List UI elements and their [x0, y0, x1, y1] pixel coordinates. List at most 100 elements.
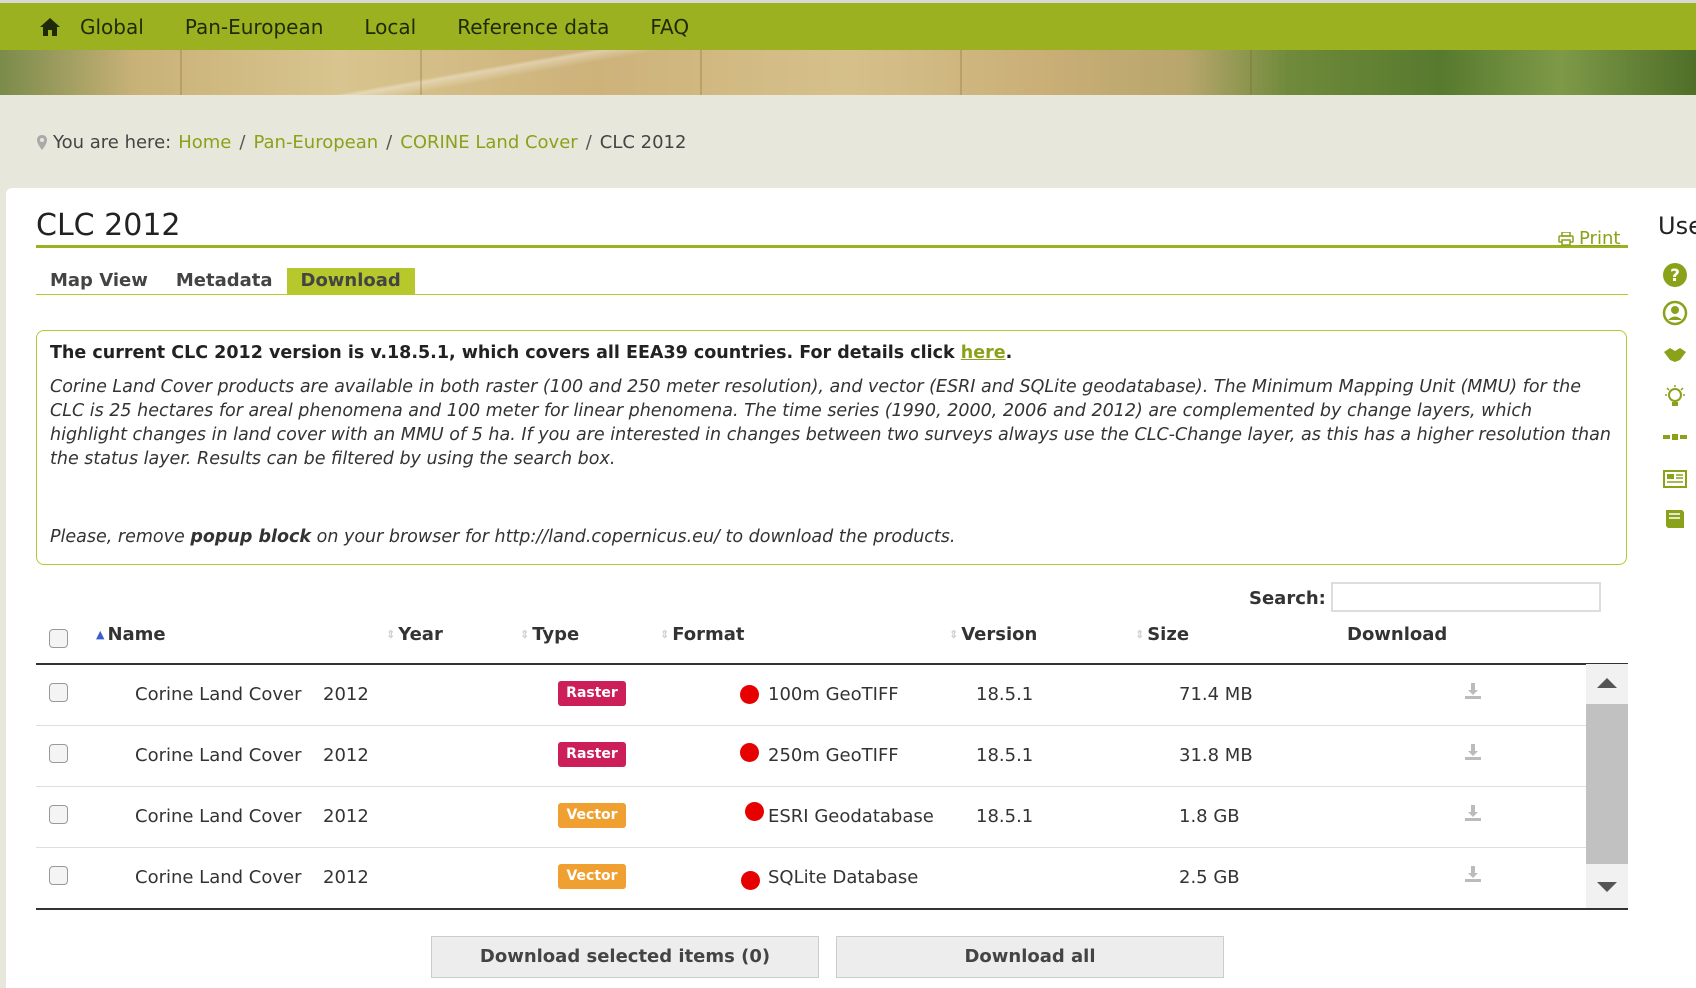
handshake-icon[interactable]: [1662, 342, 1688, 368]
question-icon[interactable]: ?: [1662, 262, 1688, 288]
select-all-checkbox[interactable]: [49, 629, 68, 648]
user-icon[interactable]: [1662, 300, 1688, 326]
scrollbar-thumb[interactable]: [1586, 704, 1628, 864]
status-dot-icon: [745, 802, 764, 821]
printer-icon: [1558, 231, 1574, 246]
top-navigation: Global Pan-European Local Reference data…: [0, 0, 1696, 50]
tab-map-view[interactable]: Map View: [36, 268, 162, 294]
details-link[interactable]: here: [961, 343, 1006, 363]
map-marker-icon: [37, 135, 47, 150]
cell-version: 18.5.1: [976, 806, 1034, 827]
table-row: Corine Land Cover 2012 Vector ESRI Geoda…: [36, 786, 1586, 848]
nav-global[interactable]: Global: [80, 15, 144, 39]
type-badge-raster: Raster: [558, 681, 626, 706]
home-icon[interactable]: [20, 17, 80, 37]
title-divider: [36, 245, 1628, 248]
table-row: Corine Land Cover 2012 Raster 100m GeoTI…: [36, 664, 1586, 726]
nav-reference-data[interactable]: Reference data: [457, 15, 609, 39]
download-icon[interactable]: [1464, 682, 1482, 700]
row-checkbox[interactable]: [49, 683, 68, 702]
tab-download[interactable]: Download: [286, 268, 415, 294]
cell-year: 2012: [323, 806, 369, 827]
column-header-year[interactable]: ⇕ Year: [386, 624, 443, 645]
breadcrumb-pan-european[interactable]: Pan-European: [253, 132, 378, 153]
row-checkbox[interactable]: [49, 744, 68, 763]
download-all-button[interactable]: Download all: [836, 936, 1224, 978]
header-banner-image: [0, 50, 1696, 95]
status-dot-icon: [741, 871, 760, 890]
table-header: ▲ Name ⇕ Year ⇕ Type ⇕ Format ⇕ Version ⇕ Size…: [36, 613, 1628, 665]
cell-name: Corine Land Cover: [135, 806, 302, 827]
download-icon[interactable]: [1464, 865, 1482, 883]
cell-format: 100m GeoTIFF: [768, 684, 899, 705]
type-badge-vector: Vector: [558, 803, 626, 828]
satellite-icon[interactable]: [1662, 424, 1688, 450]
tab-bar: Map View Metadata Download: [36, 268, 415, 294]
cell-name: Corine Land Cover: [135, 867, 302, 888]
cell-name: Corine Land Cover: [135, 684, 302, 705]
print-link[interactable]: Print: [1558, 228, 1620, 249]
sort-icon: ⇕: [949, 627, 959, 641]
column-header-version[interactable]: ⇕ Version: [949, 624, 1037, 645]
cell-size: 71.4 MB: [1179, 684, 1253, 705]
type-badge-raster: Raster: [558, 742, 626, 767]
row-checkbox[interactable]: [49, 805, 68, 824]
newspaper-icon[interactable]: [1662, 466, 1688, 492]
row-checkbox[interactable]: [49, 866, 68, 885]
product-description: Corine Land Cover products are available…: [50, 377, 1611, 469]
cell-format: SQLite Database: [768, 867, 919, 888]
column-header-type[interactable]: ⇕ Type: [520, 624, 579, 645]
breadcrumb-current: CLC 2012: [599, 132, 687, 153]
cell-format: 250m GeoTIFF: [768, 745, 899, 766]
cell-version: 18.5.1: [976, 684, 1034, 705]
sort-icon: ⇕: [660, 627, 670, 641]
cell-size: 31.8 MB: [1179, 745, 1253, 766]
table-scrollbar[interactable]: [1586, 664, 1628, 908]
status-dot-icon: [740, 743, 759, 762]
search-label: Search:: [1249, 588, 1326, 609]
main-panel: CLC 2012 Print Map View Metadata Downloa…: [6, 188, 1696, 988]
nav-pan-european[interactable]: Pan-European: [185, 15, 324, 39]
column-header-download: Download: [1347, 624, 1448, 645]
sort-icon: ⇕: [1135, 627, 1145, 641]
nav-local[interactable]: Local: [364, 15, 416, 39]
nav-faq[interactable]: FAQ: [650, 15, 689, 39]
svg-text:?: ?: [1670, 266, 1680, 286]
cell-format: ESRI Geodatabase: [768, 806, 934, 827]
column-header-format[interactable]: ⇕ Format: [660, 624, 745, 645]
sort-ascending-icon: ▲: [96, 627, 105, 641]
cell-size: 1.8 GB: [1179, 806, 1240, 827]
table-bottom-border: [36, 908, 1628, 910]
cell-name: Corine Land Cover: [135, 745, 302, 766]
sort-icon: ⇕: [386, 627, 396, 641]
breadcrumb-prefix: You are here:: [53, 132, 172, 153]
download-icon[interactable]: [1464, 743, 1482, 761]
column-header-name[interactable]: ▲ Name: [96, 624, 166, 645]
cell-year: 2012: [323, 867, 369, 888]
breadcrumb-home[interactable]: Home: [178, 132, 231, 153]
cell-year: 2012: [323, 684, 369, 705]
search-input[interactable]: [1331, 582, 1601, 612]
column-header-size[interactable]: ⇕ Size: [1135, 624, 1189, 645]
scroll-down-arrow-icon[interactable]: [1597, 882, 1617, 892]
book-icon[interactable]: [1662, 506, 1688, 532]
cell-year: 2012: [323, 745, 369, 766]
scroll-up-arrow-icon[interactable]: [1597, 678, 1617, 688]
info-box: The current CLC 2012 version is v.18.5.1…: [36, 330, 1627, 565]
table-row: Corine Land Cover 2012 Raster 250m GeoTI…: [36, 725, 1586, 787]
popup-notice: Please, remove popup block on your brows…: [50, 527, 956, 547]
download-selected-button[interactable]: Download selected items (0): [431, 936, 819, 978]
version-notice: The current CLC 2012 version is v.18.5.1…: [50, 343, 1013, 363]
status-dot-icon: [740, 685, 759, 704]
download-icon[interactable]: [1464, 804, 1482, 822]
cell-version: 18.5.1: [976, 745, 1034, 766]
sort-icon: ⇕: [520, 627, 530, 641]
cell-size: 2.5 GB: [1179, 867, 1240, 888]
tabs-divider: [36, 294, 1628, 295]
page-title: CLC 2012: [36, 208, 181, 243]
breadcrumb-corine[interactable]: CORINE Land Cover: [400, 132, 577, 153]
type-badge-vector: Vector: [558, 864, 626, 889]
tab-metadata[interactable]: Metadata: [162, 268, 287, 294]
sidebar-title: Use: [1658, 212, 1696, 240]
lightbulb-icon[interactable]: [1662, 384, 1688, 410]
